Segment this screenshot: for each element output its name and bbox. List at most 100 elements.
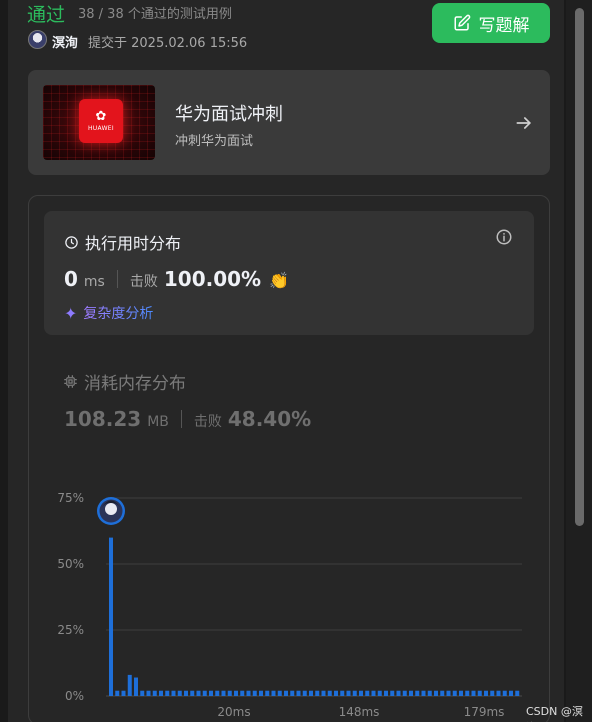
huawei-logo-icon: ✿ HUAWEI	[79, 99, 123, 143]
arrow-right-icon[interactable]	[514, 113, 534, 133]
bar	[315, 690, 320, 696]
bar	[402, 690, 407, 696]
bar	[446, 690, 451, 696]
bar	[177, 690, 182, 696]
watermark: CSDN @溟洵	[526, 705, 583, 722]
bar	[390, 690, 395, 696]
bar	[271, 690, 276, 696]
bar	[221, 690, 226, 696]
bar	[465, 690, 470, 696]
scrollbar-thumb[interactable]	[575, 8, 584, 526]
bar	[196, 690, 201, 696]
bar	[109, 537, 113, 696]
author-name[interactable]: 溟洵	[52, 32, 78, 51]
bar	[452, 690, 457, 696]
bar	[334, 690, 338, 696]
complexity-label: 复杂度分析	[83, 303, 153, 323]
runtime-beats-value: 100.00%	[163, 267, 262, 291]
runtime-value: 0	[64, 267, 78, 291]
bar	[165, 690, 170, 696]
bar	[277, 690, 282, 696]
sparkle-icon: ✦	[64, 303, 78, 323]
x-tick-label: 20ms	[217, 705, 250, 719]
memory-value-row: 108.23 MB 击败 48.40%	[64, 407, 311, 431]
distribution-chart[interactable]: 75% 50% 25% 0% 20ms 148ms 179ms	[44, 485, 534, 722]
runtime-unit: ms	[83, 274, 105, 290]
bar	[340, 690, 345, 696]
bar	[290, 690, 295, 696]
memory-beats-label: 击败	[193, 414, 222, 430]
bar	[409, 690, 413, 696]
promo-image: ✿ HUAWEI	[43, 85, 155, 160]
clap-icon: 👏	[269, 271, 289, 290]
runtime-panel[interactable]: 执行用时分布 0 ms 击败 100.00% 👏 ✦ 复杂度分析	[44, 211, 534, 335]
y-tick-label: 0%	[65, 689, 84, 703]
bar	[384, 690, 388, 696]
bar	[115, 690, 120, 696]
promo-title: 华为面试冲刺	[175, 104, 283, 125]
bar	[477, 690, 482, 696]
promo-card[interactable]: ✿ HUAWEI 华为面试冲刺 冲刺华为面试	[28, 70, 550, 175]
bar	[484, 690, 488, 696]
promo-subtitle: 冲刺华为面试	[175, 134, 254, 149]
bar	[415, 690, 420, 696]
bar	[127, 674, 132, 696]
author-avatar[interactable]	[28, 30, 47, 49]
bar	[396, 690, 401, 696]
memory-title-text: 消耗内存分布	[84, 374, 186, 394]
bar	[152, 690, 157, 696]
bar	[302, 690, 307, 696]
bar	[327, 690, 332, 696]
bar	[134, 677, 138, 696]
status-label: 通过	[27, 4, 66, 26]
bar	[259, 690, 263, 696]
bar	[471, 690, 476, 696]
y-tick-label: 25%	[57, 623, 84, 637]
runtime-beats-label: 击败	[129, 274, 158, 290]
runtime-value-row: 0 ms 击败 100.00% 👏	[64, 267, 289, 291]
write-solution-label: 写题解	[478, 15, 530, 36]
bar	[321, 690, 326, 696]
bar	[171, 690, 176, 696]
bar	[265, 690, 270, 696]
runtime-title: 执行用时分布	[64, 230, 181, 254]
bar	[296, 690, 301, 696]
bar	[246, 690, 251, 696]
complexity-analysis-link[interactable]: ✦ 复杂度分析	[64, 303, 153, 323]
bar	[421, 690, 426, 696]
write-solution-button[interactable]: 写题解	[432, 3, 550, 43]
bar	[121, 690, 126, 696]
divider	[116, 270, 118, 288]
bar	[502, 690, 507, 696]
bar	[440, 690, 445, 696]
bar	[240, 690, 245, 696]
user-avatar-marker[interactable]	[97, 497, 125, 525]
bar	[309, 690, 313, 696]
bar	[346, 690, 351, 696]
bar	[509, 690, 513, 696]
bar	[202, 690, 207, 696]
memory-unit: MB	[147, 414, 169, 430]
bar	[159, 690, 163, 696]
clock-icon	[65, 235, 78, 249]
bar	[371, 690, 376, 696]
bar	[146, 690, 151, 696]
bar	[284, 690, 288, 696]
bar	[352, 690, 357, 696]
divider	[180, 410, 182, 428]
runtime-title-text: 执行用时分布	[85, 234, 182, 253]
testcases-summary: 38 / 38 个通过的测试用例	[78, 7, 232, 22]
bar	[234, 690, 238, 696]
bar	[377, 690, 382, 696]
chip-icon	[64, 375, 77, 388]
memory-title[interactable]: 消耗内存分布	[63, 369, 186, 394]
x-tick-label: 148ms	[339, 705, 380, 719]
bar	[515, 690, 520, 696]
bar	[427, 690, 432, 696]
memory-value: 108.23	[64, 407, 142, 431]
bar	[496, 690, 501, 696]
x-tick-label: 179ms	[464, 705, 505, 719]
bar	[190, 690, 195, 696]
info-icon[interactable]	[495, 228, 513, 246]
memory-beats-value: 48.40%	[227, 407, 312, 431]
